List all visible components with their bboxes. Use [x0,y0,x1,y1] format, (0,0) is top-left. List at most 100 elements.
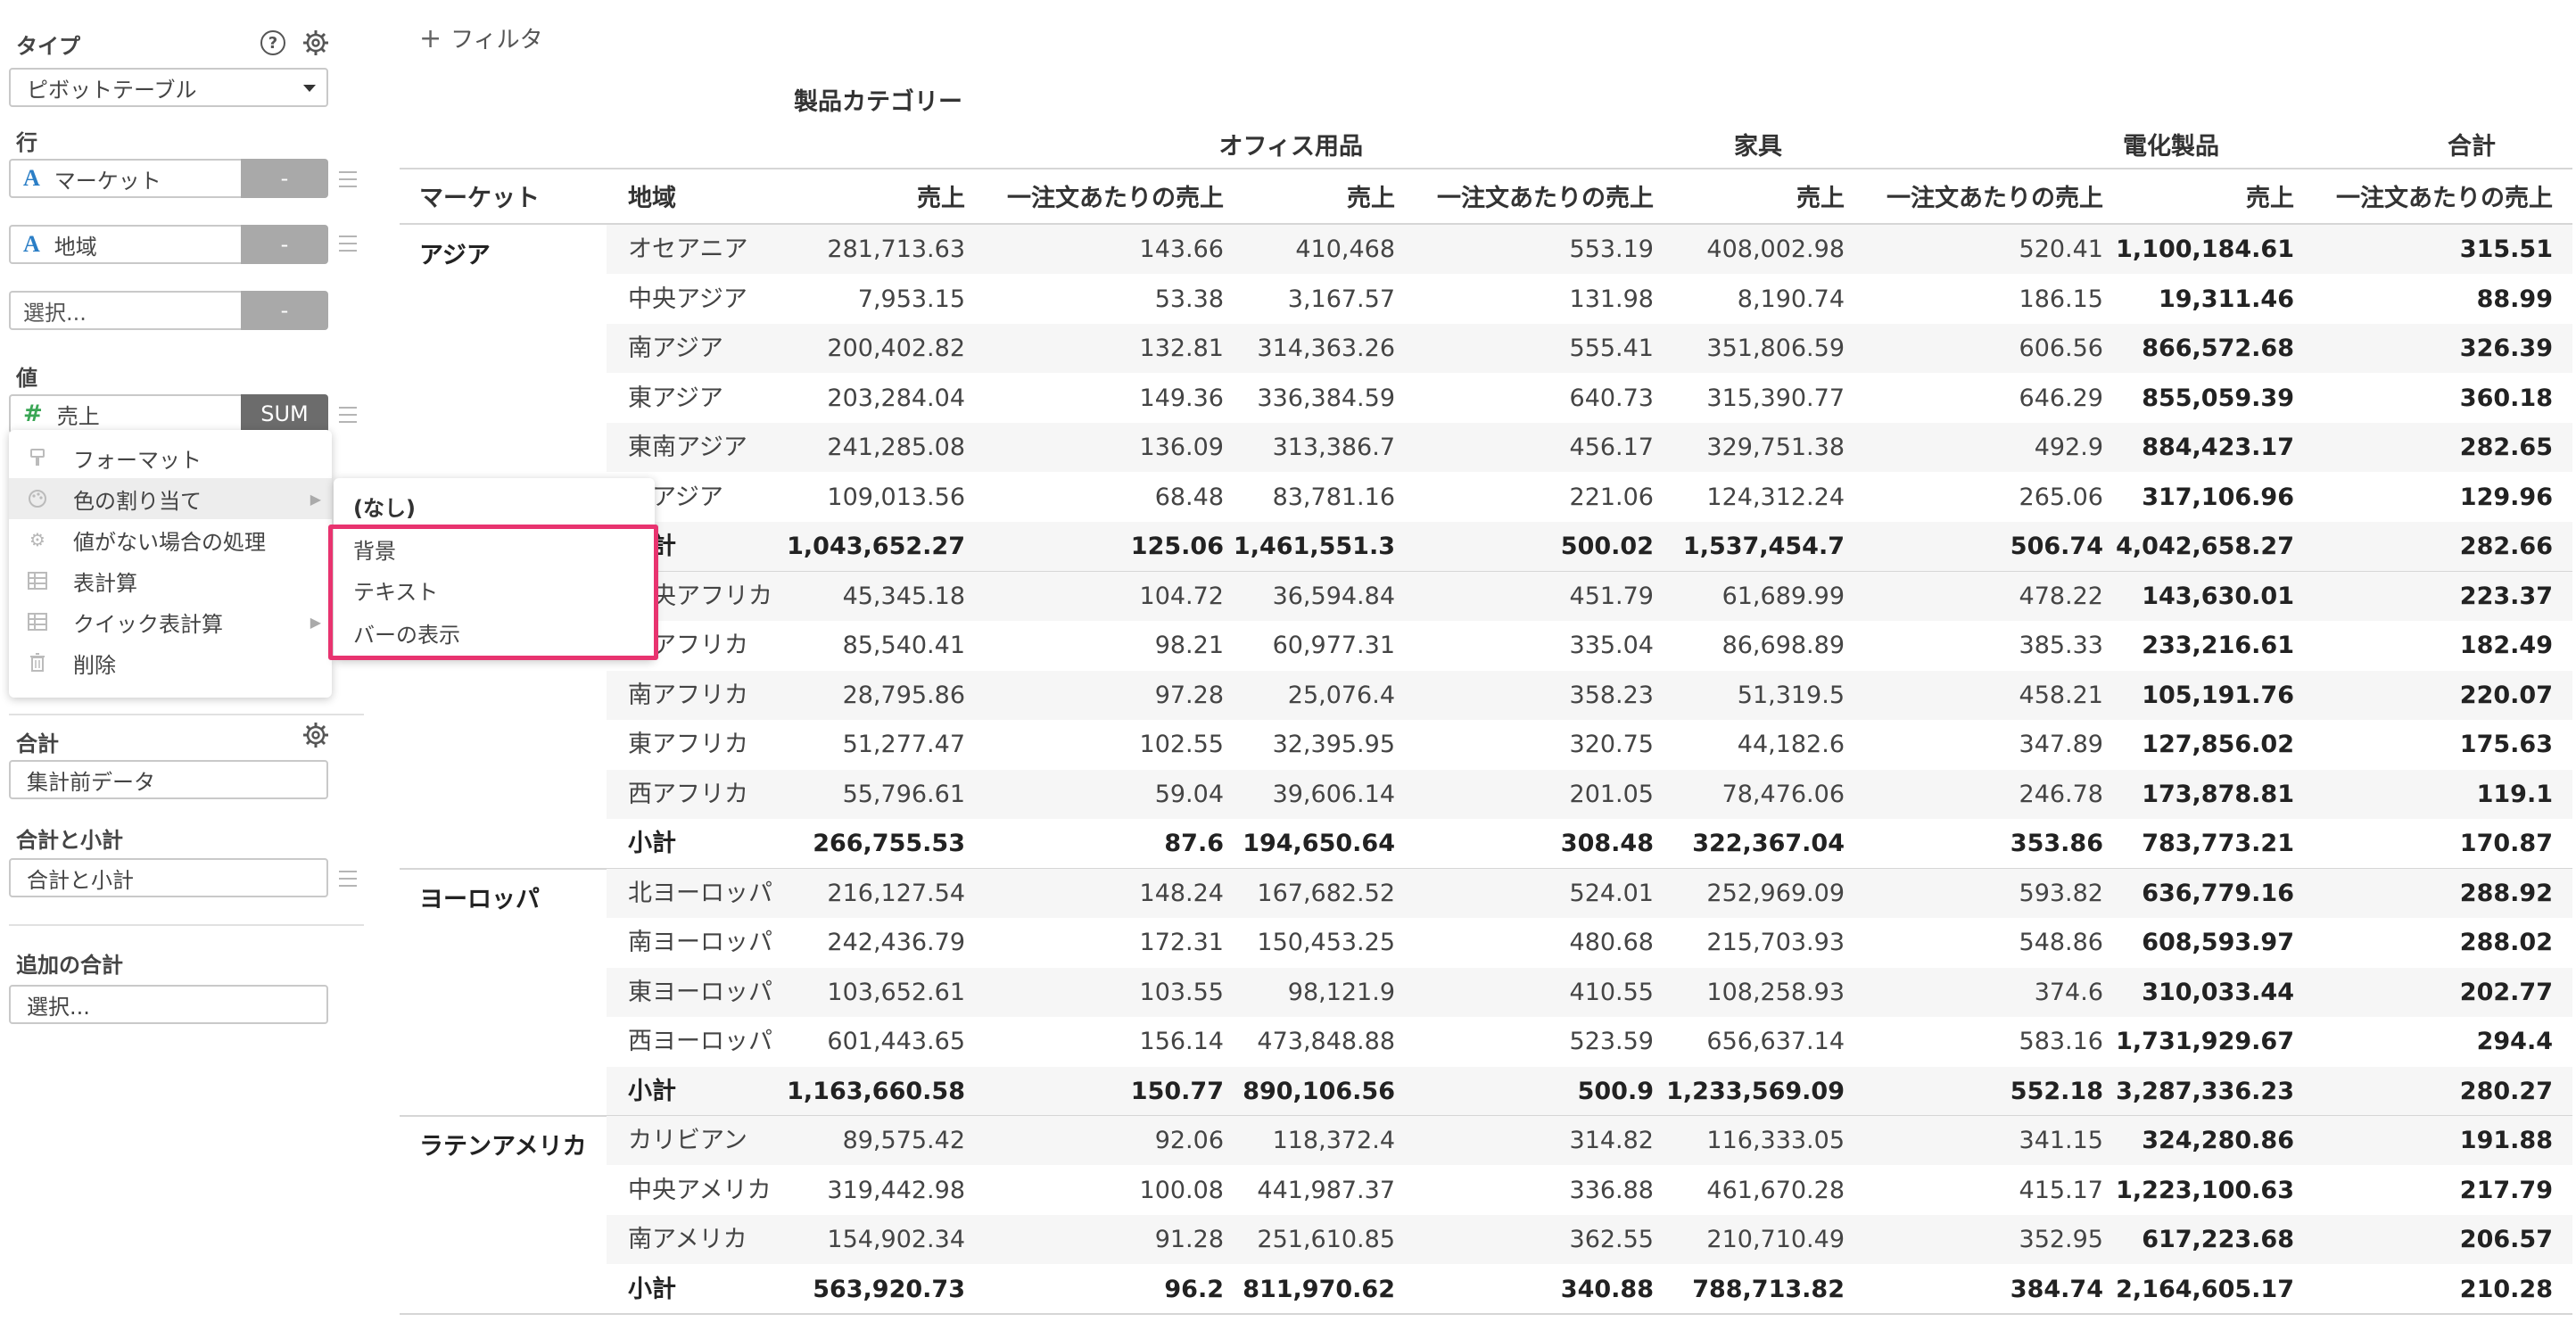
table-row: 北ヨーロッパ 216,127.54 148.24 167,682.52 524.01 25… [607,868,2572,918]
sales-cell: 3,287,336.23 [2116,1077,2294,1105]
subtotal-select[interactable]: 合計と小計 [9,858,328,897]
sales-per-order-cell: 191.88 [2459,1127,2553,1154]
menu-icon[interactable] [339,171,357,187]
row-pill-agg[interactable]: - [241,159,328,198]
sales-cell: 61,689.99 [1721,582,1845,610]
sales-cell: 410,468 [1295,235,1395,263]
sales-cell: 324,280.86 [2142,1127,2294,1154]
row-pill-market[interactable]: A マーケット - [9,159,328,198]
sales-cell: 55,796.61 [842,780,965,808]
table-row: 北アフリカ 85,540.41 98.21 60,977.31 335.04 86,698… [607,621,2572,670]
row-select[interactable]: 選択... - [9,291,328,330]
sales-cell: 1,731,929.67 [2116,1028,2294,1055]
sales-cell: 194,650.64 [1243,830,1395,857]
sales-cell: 86,698.89 [1721,632,1845,659]
sales-per-order-cell: 280.27 [2459,1077,2553,1105]
subtotal-label: 合計と小計 [16,828,123,853]
sales-cell: 127,856.02 [2142,731,2294,758]
row-pill-agg[interactable]: - [241,225,328,264]
values-label: 値 [16,366,37,391]
divider [9,714,364,715]
sales-per-order-cell: 170.87 [2459,830,2553,857]
sales-cell: 473,848.88 [1257,1028,1395,1055]
category-header: オフィス用品 [1218,133,1363,161]
sales-cell: 252,969.09 [1706,879,1845,907]
menu-item-quick-table-calc[interactable]: クイック表計算 ▶ [9,601,332,642]
total-select[interactable]: 集計前データ [9,760,328,799]
sales-cell: 108,258.93 [1706,978,1845,1006]
divider [9,924,364,926]
menu-item-label: 値がない場合の処理 [73,529,266,555]
sales-cell: 98,121.9 [1287,978,1395,1006]
row-pill-label: マーケット [54,168,161,194]
market-label: アジア [419,242,491,269]
sales-cell: 89,575.42 [842,1127,965,1154]
menu-icon[interactable] [339,235,357,252]
gear-icon[interactable] [301,721,330,749]
pivot-table: 製品カテゴリー オフィス用品 家具 電化製品 合計 マーケット 地域 売上 一注文… [400,0,2576,1322]
palette-icon [27,488,48,509]
help-icon[interactable]: ? [260,30,285,55]
sales-cell: 25,076.4 [1287,681,1395,709]
menu-item-delete[interactable]: 削除 [9,642,332,683]
sales-cell: 216,127.54 [827,879,965,907]
sales-per-order-cell: 206.57 [2459,1226,2553,1253]
subtotal-row: 小計 563,920.73 96.2 811,970.62 340.88 788,713.… [607,1265,2572,1314]
sales-per-order-cell: 282.66 [2459,533,2553,560]
subtotal-select-value: 合計と小計 [27,867,134,893]
submenu-item-none[interactable]: (なし) [353,491,416,522]
sales-cell: 109,013.56 [827,483,965,511]
sales-cell: 1,233,569.09 [1666,1077,1845,1105]
sales-cell: 317,106.96 [2142,483,2294,511]
menu-item-missing-values[interactable]: ⚙ 値がない場合の処理 [9,519,332,560]
sales-cell: 203,284.04 [827,384,965,412]
extra-total-select[interactable]: 選択... [9,985,328,1024]
market-label: ラテンアメリカ [419,1133,587,1161]
sales-cell: 866,572.68 [2142,335,2294,362]
sales-cell: 167,682.52 [1257,879,1395,907]
menu-item-format[interactable]: フォーマット [9,437,332,478]
menu-icon[interactable] [339,871,357,887]
menu-item-label: 削除 [73,652,116,678]
type-label: タイプ [16,34,80,59]
row-pill-region[interactable]: A 地域 - [9,225,328,264]
menu-item-table-calc[interactable]: 表計算 [9,560,332,601]
row-header-market: マーケット [419,185,540,212]
table-row: 中央アジア 7,953.15 53.38 3,167.57 131.98 8,190.74… [607,275,2572,324]
table-row: 南アメリカ 154,902.34 91.28 251,610.85 362.55 210,… [607,1215,2572,1264]
sales-cell: 83,781.16 [1272,483,1395,511]
sales-per-order-cell: 288.02 [2459,929,2553,956]
sales-cell: 200,402.82 [827,335,965,362]
type-select[interactable]: ピボットテーブル [9,68,328,107]
sales-per-order-cell: 119.1 [2476,780,2553,808]
sales-cell: 1,100,184.61 [2116,235,2294,263]
sales-cell: 322,367.04 [1692,830,1845,857]
value-pill-sales[interactable]: # 売上 SUM [9,394,328,434]
table-icon [27,570,48,591]
sales-per-order-cell: 282.65 [2459,434,2553,461]
sales-cell: 266,755.53 [813,830,965,857]
number-type-icon: # [23,401,43,427]
sales-cell: 44,182.6 [1737,731,1845,758]
table-icon [27,611,48,632]
sales-cell: 242,436.79 [827,929,965,956]
sales-cell: 329,751.38 [1706,434,1845,461]
value-pill-agg[interactable]: SUM [241,394,328,434]
extra-total-placeholder: 選択... [27,994,90,1020]
menu-icon[interactable] [339,407,357,423]
sales-per-order-cell: 360.18 [2459,384,2553,412]
sales-cell: 608,593.97 [2142,929,2294,956]
table-row: 中央アフリカ 45,345.18 104.72 36,594.84 451.79 61,6… [607,571,2572,621]
column-dimension-header: 製品カテゴリー [794,88,962,116]
menu-item-color-assign[interactable]: 色の割り当て ▶ [9,478,332,519]
sales-cell: 45,345.18 [842,582,965,610]
sales-cell: 251,610.85 [1257,1226,1395,1253]
sales-cell: 210,710.49 [1706,1226,1845,1253]
row-select-agg[interactable]: - [241,291,328,330]
sales-cell: 617,223.68 [2142,1226,2294,1253]
value-context-menu: フォーマット 色の割り当て ▶ ⚙ 値がない場合の処理 表計算 クイック表計算 … [9,430,332,698]
gear-icon[interactable] [301,29,330,57]
table-row: 西ヨーロッパ 601,443.65 156.14 473,848.88 523.59 65… [607,1017,2572,1066]
subtotal-row: 小計 266,755.53 87.6 194,650.64 308.48 322,367.… [607,819,2572,868]
sales-cell: 51,319.5 [1737,681,1845,709]
